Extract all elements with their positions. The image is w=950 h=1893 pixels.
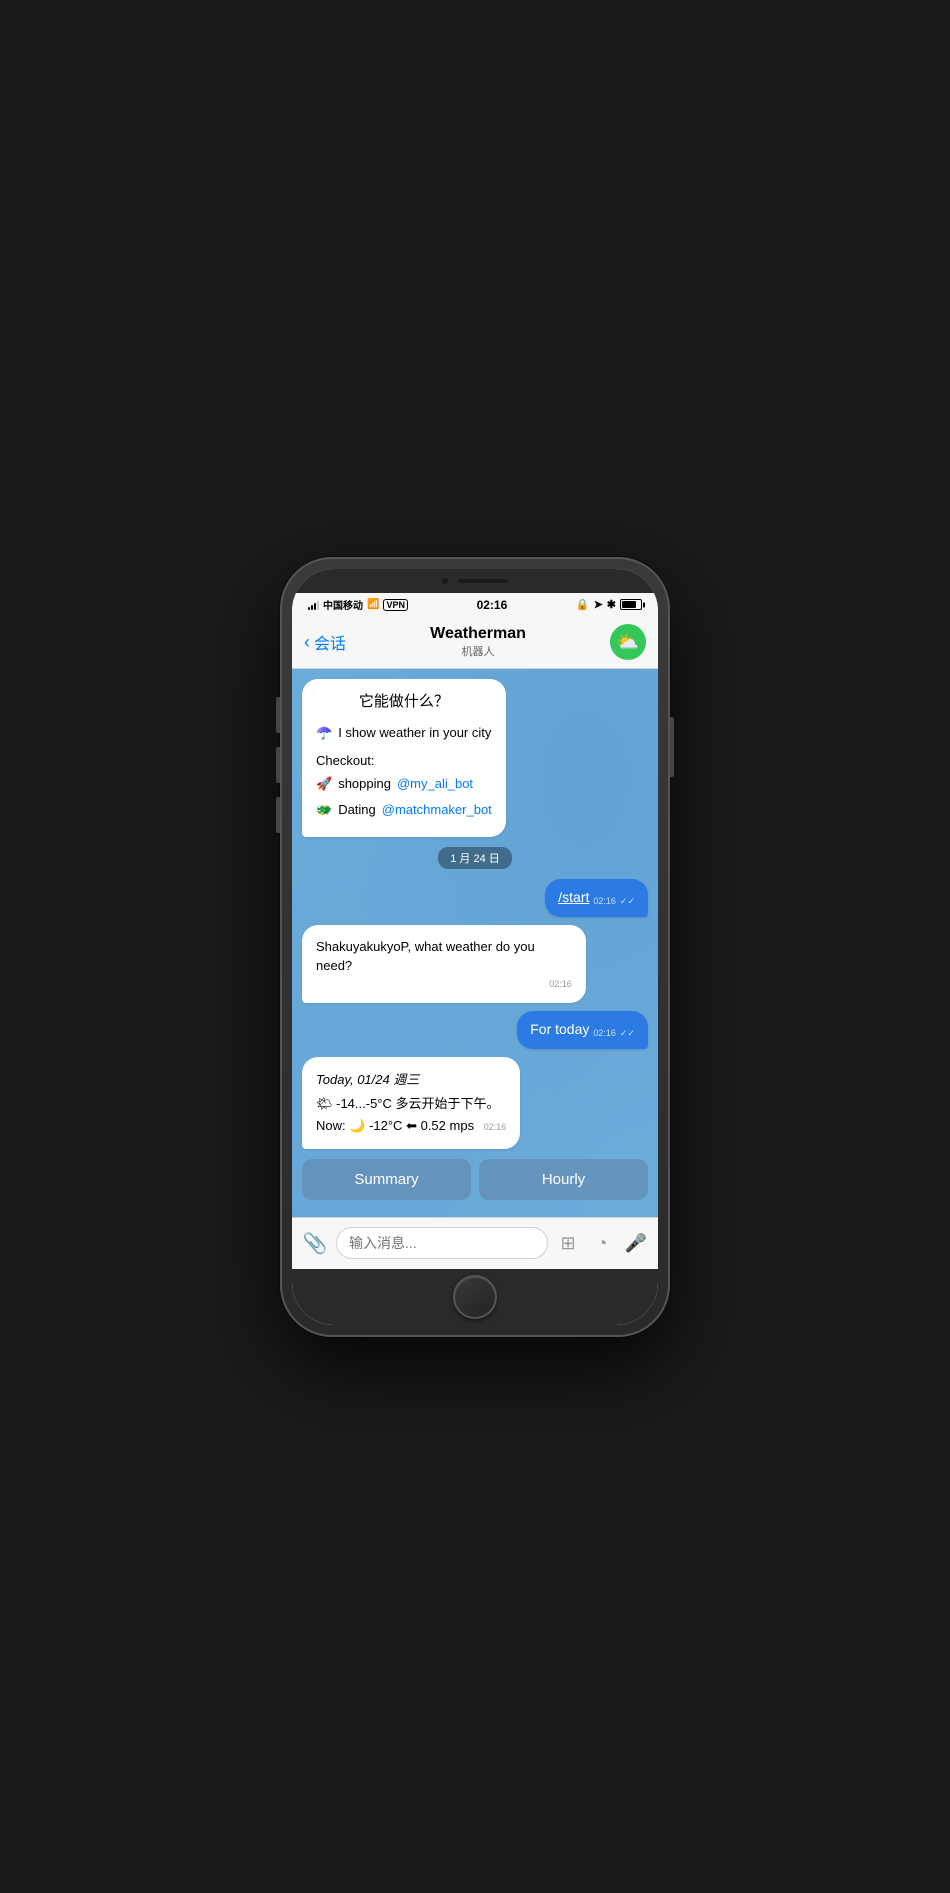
vpn-badge: VPN [383, 599, 408, 611]
checkout-item-1: 🚀 shopping @my_ali_bot [316, 774, 492, 794]
today-time: 02:16 [593, 1027, 616, 1040]
checkout-section: Checkout: 🚀 shopping @my_ali_bot 🐲 Datin… [316, 751, 492, 820]
signal-icon [308, 600, 319, 610]
bot-question-text: ShakuyakukyoP, what weather do you need? [316, 939, 535, 974]
shopping-text: shopping [338, 774, 391, 794]
message-input[interactable] [336, 1227, 548, 1259]
welcome-intro-row: ☂️ I show weather in your city [316, 723, 492, 743]
sticker-icon[interactable]: ⊞ [554, 1229, 582, 1257]
nav-center: Weatherman 机器人 [430, 625, 526, 659]
weather-now-line: Now: 🌙 -12°C ⬅ 0.52 mps 02:16 [316, 1115, 506, 1137]
bluetooth-icon: ✱ [607, 598, 616, 611]
back-label: 会话 [314, 630, 346, 654]
outgoing-today-bubble: For today 02:16 ✓✓ [517, 1011, 648, 1049]
checkout-label: Checkout: [316, 751, 492, 771]
outgoing-start-bubble: /start 02:16 ✓✓ [545, 879, 648, 917]
weather-date-text: Today, 01/24 週三 [316, 1072, 419, 1087]
phone-top-bar [292, 569, 658, 593]
action-buttons-row: Summary Hourly [302, 1159, 648, 1200]
attachment-icon[interactable]: 📎 [300, 1228, 330, 1258]
start-time: 02:16 [593, 895, 616, 908]
chat-title: Weatherman [430, 625, 526, 643]
weather-temp-line: 🌤 -14...-5°C 多云开始于下午。 [316, 1093, 506, 1115]
welcome-intro-text: I show weather in your city [338, 723, 491, 743]
chat-subtitle: 机器人 [430, 643, 526, 659]
carrier-label: 中国移动 [323, 597, 363, 612]
checkmarks-2: ✓✓ [620, 1027, 635, 1040]
summary-button[interactable]: Summary [302, 1159, 471, 1200]
home-button[interactable] [453, 1275, 497, 1319]
welcome-bubble: 它能做什么？ ☂️ I show weather in your city Ch… [302, 679, 506, 838]
bot-question-time: 02:16 [316, 978, 572, 992]
home-button-area [292, 1269, 658, 1325]
bot-question-bubble: ShakuyakukyoP, what weather do you need?… [302, 925, 586, 1004]
phone-device: 中国移动 📶 VPN 02:16 🔒 ➤ ✱ ‹ 会话 Weatherman [280, 557, 670, 1337]
bot-avatar[interactable]: ⛅ [610, 624, 646, 660]
rocket-icon: 🚀 [316, 774, 332, 794]
welcome-title: 它能做什么？ [316, 691, 492, 714]
chevron-left-icon: ‹ [304, 632, 310, 653]
clock: 02:16 [477, 598, 508, 612]
checkout-item-2: 🐲 Dating @matchmaker_bot [316, 800, 492, 820]
weather-temp-text: 🌤 -14...-5°C 多云开始于下午。 [316, 1096, 500, 1111]
battery-fill [622, 601, 636, 608]
dating-text: Dating [338, 800, 376, 820]
now-label: Now: [316, 1118, 346, 1133]
today-text: For today [530, 1020, 589, 1040]
wind-direction-icon: ⬅ [406, 1118, 421, 1133]
bot-avatar-icon: ⛅ [617, 632, 639, 653]
battery-indicator [620, 599, 642, 610]
speaker-bar [458, 579, 508, 583]
dragon-icon: 🐲 [316, 800, 332, 820]
dating-link[interactable]: @matchmaker_bot [382, 800, 492, 820]
weather-result-bubble: Today, 01/24 週三 🌤 -14...-5°C 多云开始于下午。 No… [302, 1057, 520, 1149]
moon-icon: 🌙 [349, 1118, 369, 1133]
chat-area: 它能做什么？ ☂️ I show weather in your city Ch… [292, 669, 658, 1217]
start-command-text: /start [558, 888, 589, 908]
phone-screen: 中国移动 📶 VPN 02:16 🔒 ➤ ✱ ‹ 会话 Weatherman [292, 569, 658, 1325]
lock-icon: 🔒 [576, 598, 590, 611]
weather-time: 02:16 [484, 1122, 507, 1132]
now-temp: -12°C [369, 1118, 402, 1133]
input-right-icons: ⊞ ◔ 🎤 [554, 1229, 650, 1257]
mic-icon[interactable]: 🎤 [622, 1229, 650, 1257]
wifi-icon: 📶 [367, 599, 379, 610]
navigation-bar: ‹ 会话 Weatherman 机器人 ⛅ [292, 617, 658, 669]
date-divider: 1 月 24 日 [438, 847, 512, 869]
status-left: 中国移动 📶 VPN [308, 597, 408, 612]
umbrella-icon: ☂️ [316, 723, 332, 743]
shopping-link[interactable]: @my_ali_bot [397, 774, 473, 794]
hourly-button[interactable]: Hourly [479, 1159, 648, 1200]
weather-date-line: Today, 01/24 週三 [316, 1069, 506, 1091]
status-right: 🔒 ➤ ✱ [576, 598, 642, 611]
back-button[interactable]: ‹ 会话 [304, 630, 346, 654]
input-bar: 📎 ⊞ ◔ 🎤 [292, 1217, 658, 1269]
camera-dot [442, 578, 448, 584]
wind-speed: 0.52 mps [421, 1118, 474, 1133]
location-icon: ➤ [594, 598, 603, 611]
emoji-icon[interactable]: ◔ [588, 1229, 616, 1257]
status-bar: 中国移动 📶 VPN 02:16 🔒 ➤ ✱ [292, 593, 658, 617]
checkmarks-1: ✓✓ [620, 895, 635, 908]
